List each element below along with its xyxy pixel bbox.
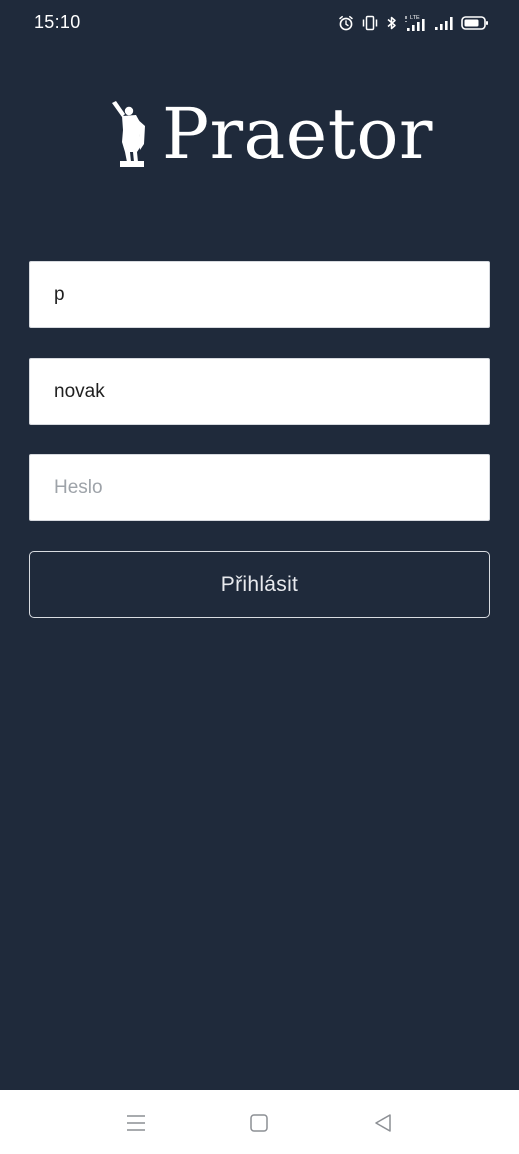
home-icon[interactable] bbox=[244, 1108, 274, 1138]
status-icons: LTE bbox=[338, 12, 489, 34]
signal-icon bbox=[434, 15, 454, 31]
organization-field[interactable] bbox=[29, 261, 490, 328]
password-field[interactable] bbox=[29, 454, 490, 521]
lte-signal-icon: LTE bbox=[405, 14, 427, 32]
menu-icon[interactable] bbox=[121, 1108, 151, 1138]
status-bar: 15:10 LTE bbox=[0, 0, 519, 46]
login-button[interactable]: Přihlásit bbox=[29, 551, 490, 618]
organization-input[interactable] bbox=[30, 262, 489, 327]
logo-text: Praetor bbox=[162, 93, 433, 175]
praetor-logo: Praetor bbox=[108, 93, 432, 176]
back-icon[interactable] bbox=[368, 1108, 398, 1138]
alarm-icon bbox=[338, 15, 354, 31]
battery-icon bbox=[461, 15, 489, 31]
navigation-bar bbox=[0, 1090, 519, 1154]
vibrate-icon bbox=[361, 15, 379, 31]
username-field[interactable] bbox=[29, 358, 490, 425]
username-input[interactable] bbox=[30, 359, 489, 424]
bluetooth-icon bbox=[386, 15, 398, 31]
login-screen: 15:10 LTE Praetor p novak Přihlásit bbox=[0, 0, 519, 1154]
statue-icon bbox=[108, 100, 152, 173]
password-input[interactable] bbox=[30, 455, 489, 520]
status-time: 15:10 bbox=[34, 12, 81, 32]
lte-label: LTE bbox=[410, 15, 420, 21]
